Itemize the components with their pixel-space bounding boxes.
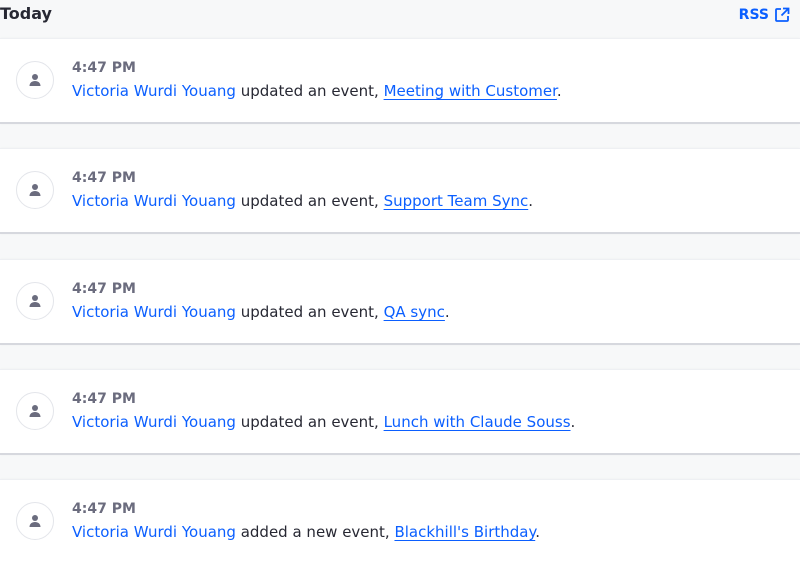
event-link[interactable]: QA sync <box>384 303 445 321</box>
activity-time: 4:47 PM <box>72 170 136 186</box>
user-icon <box>29 295 41 307</box>
event-link[interactable]: Support Team Sync <box>384 192 529 210</box>
user-icon <box>29 515 41 527</box>
external-link-icon <box>775 7 790 22</box>
activity-end: . <box>444 303 450 321</box>
avatar[interactable] <box>16 282 54 320</box>
activity-time: 4:47 PM <box>72 281 136 297</box>
activity-end: . <box>556 82 562 100</box>
activity-action: updated an event, <box>235 413 384 431</box>
user-link[interactable]: Victoria Wurdi Youang <box>72 413 236 431</box>
activity-description: Victoria Wurdi Youang updated an event, … <box>72 303 450 321</box>
activity-item: 4:47 PM Victoria Wurdi Youang added a ne… <box>0 479 800 563</box>
event-link[interactable]: Lunch with Claude Souss <box>384 413 571 431</box>
avatar[interactable] <box>16 171 54 209</box>
user-link[interactable]: Victoria Wurdi Youang <box>72 523 236 541</box>
user-link[interactable]: Victoria Wurdi Youang <box>72 192 236 210</box>
activity-time: 4:47 PM <box>72 391 136 407</box>
activity-action: updated an event, <box>235 82 384 100</box>
activity-time: 4:47 PM <box>72 501 136 517</box>
activity-action: updated an event, <box>235 192 384 210</box>
activity-item: 4:47 PM Victoria Wurdi Youang updated an… <box>0 259 800 343</box>
activity-item: 4:47 PM Victoria Wurdi Youang updated an… <box>0 369 800 453</box>
rss-link[interactable]: RSS <box>739 7 790 23</box>
activity-time: 4:47 PM <box>72 60 136 76</box>
user-icon <box>29 74 41 86</box>
activity-description: Victoria Wurdi Youang added a new event,… <box>72 523 540 541</box>
activity-description: Victoria Wurdi Youang updated an event, … <box>72 413 575 431</box>
activity-end: . <box>570 413 576 431</box>
page-title: Today <box>0 4 52 23</box>
activity-description: Victoria Wurdi Youang updated an event, … <box>72 192 533 210</box>
user-icon <box>29 405 41 417</box>
activities-header: Today RSS <box>0 0 800 32</box>
event-link[interactable]: Meeting with Customer <box>384 82 557 100</box>
event-link[interactable]: Blackhill's Birthday <box>394 523 535 541</box>
avatar[interactable] <box>16 502 54 540</box>
activity-action: added a new event, <box>235 523 395 541</box>
activity-end: . <box>528 192 534 210</box>
rss-label: RSS <box>738 7 769 23</box>
activity-item: 4:47 PM Victoria Wurdi Youang updated an… <box>0 38 800 122</box>
avatar[interactable] <box>16 392 54 430</box>
activity-action: updated an event, <box>235 303 384 321</box>
activity-end: . <box>535 523 541 541</box>
user-link[interactable]: Victoria Wurdi Youang <box>72 82 236 100</box>
user-icon <box>29 184 41 196</box>
activity-item: 4:47 PM Victoria Wurdi Youang updated an… <box>0 148 800 232</box>
user-link[interactable]: Victoria Wurdi Youang <box>72 303 236 321</box>
activity-description: Victoria Wurdi Youang updated an event, … <box>72 82 562 100</box>
avatar[interactable] <box>16 61 54 99</box>
